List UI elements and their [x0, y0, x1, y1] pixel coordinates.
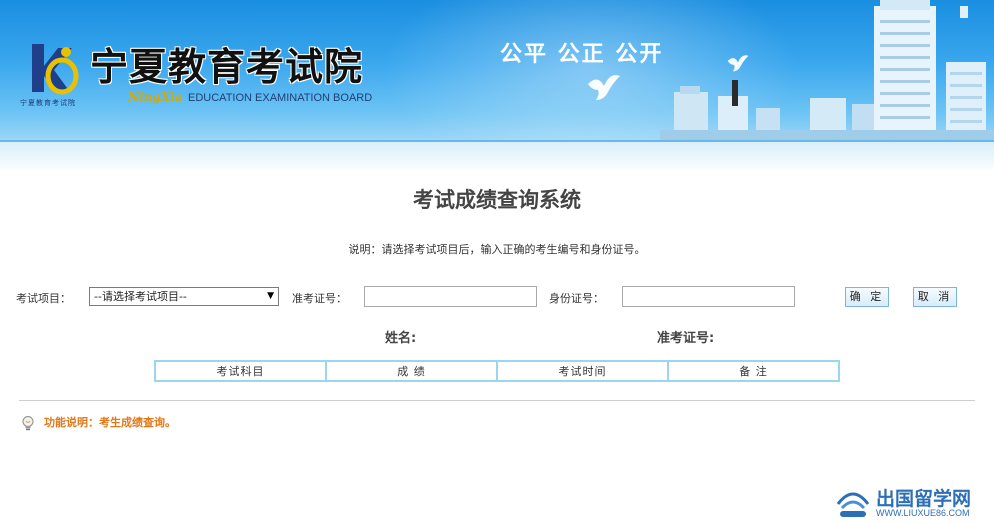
column-header-exam-time: 考试时间	[496, 360, 669, 382]
query-form: 考试项目： --请选择考试项目-- ▼ 准考证号： 身份证号： 确 定 取 消	[0, 286, 994, 310]
watermark-cn-text: 出国留学网	[876, 488, 972, 510]
column-header-subject: 考试科目	[154, 360, 327, 382]
confirm-button[interactable]: 确 定	[845, 287, 889, 307]
result-admission-label: 准考证号:	[657, 331, 715, 346]
watermark-en-text: WWW.LIUXUE86.COM	[876, 508, 970, 518]
lightbulb-icon	[22, 416, 34, 431]
id-number-input[interactable]	[622, 286, 795, 307]
instruction-text: 说明：请选择考试项目后，输入正确的考生编号和身份证号。	[348, 243, 646, 256]
logo-emblem-icon	[32, 44, 79, 95]
page-title: 考试成绩查询系统	[413, 188, 581, 212]
slogan: 公平 公正 公开	[500, 42, 664, 67]
table-header-row: 考试科目 成 绩 考试时间 备 注	[154, 360, 840, 382]
english-name: EDUCATION EXAMINATION BOARD	[188, 92, 373, 104]
watermark-logo-icon	[836, 492, 870, 517]
score-table: 考试科目 成 绩 考试时间 备 注	[154, 360, 840, 382]
cancel-button[interactable]: 取 消	[913, 287, 957, 307]
ningxia-text: NingXia	[128, 90, 183, 104]
divider	[19, 400, 975, 401]
header-banner: 宁夏教育考试院 宁夏教育考试院 NingXia EDUCATION EXAMIN…	[0, 0, 994, 140]
exam-item-select[interactable]: --请选择考试项目-- ▼	[89, 287, 279, 306]
watermark: 出国留学网 WWW.LIUXUE86.COM	[834, 482, 994, 523]
admission-number-input[interactable]	[364, 286, 537, 307]
dropdown-arrow-icon: ▼	[267, 291, 274, 301]
function-note-text: 功能说明：考生成绩查询。	[44, 416, 176, 429]
result-name-label: 姓名:	[385, 331, 417, 346]
city-skyline-illustration	[660, 0, 994, 140]
admission-number-label: 准考证号：	[292, 292, 347, 305]
dove-icon	[588, 75, 620, 100]
site-title: 宁夏教育考试院	[90, 44, 364, 89]
exam-item-selected-value: --请选择考试项目--	[94, 290, 187, 303]
column-header-score: 成 绩	[325, 360, 498, 382]
exam-item-label: 考试项目：	[16, 292, 71, 305]
id-number-label: 身份证号：	[549, 292, 604, 305]
logo-small-text: 宁夏教育考试院	[20, 99, 76, 107]
column-header-remarks: 备 注	[667, 360, 840, 382]
sub-navigation-bar	[0, 140, 994, 172]
